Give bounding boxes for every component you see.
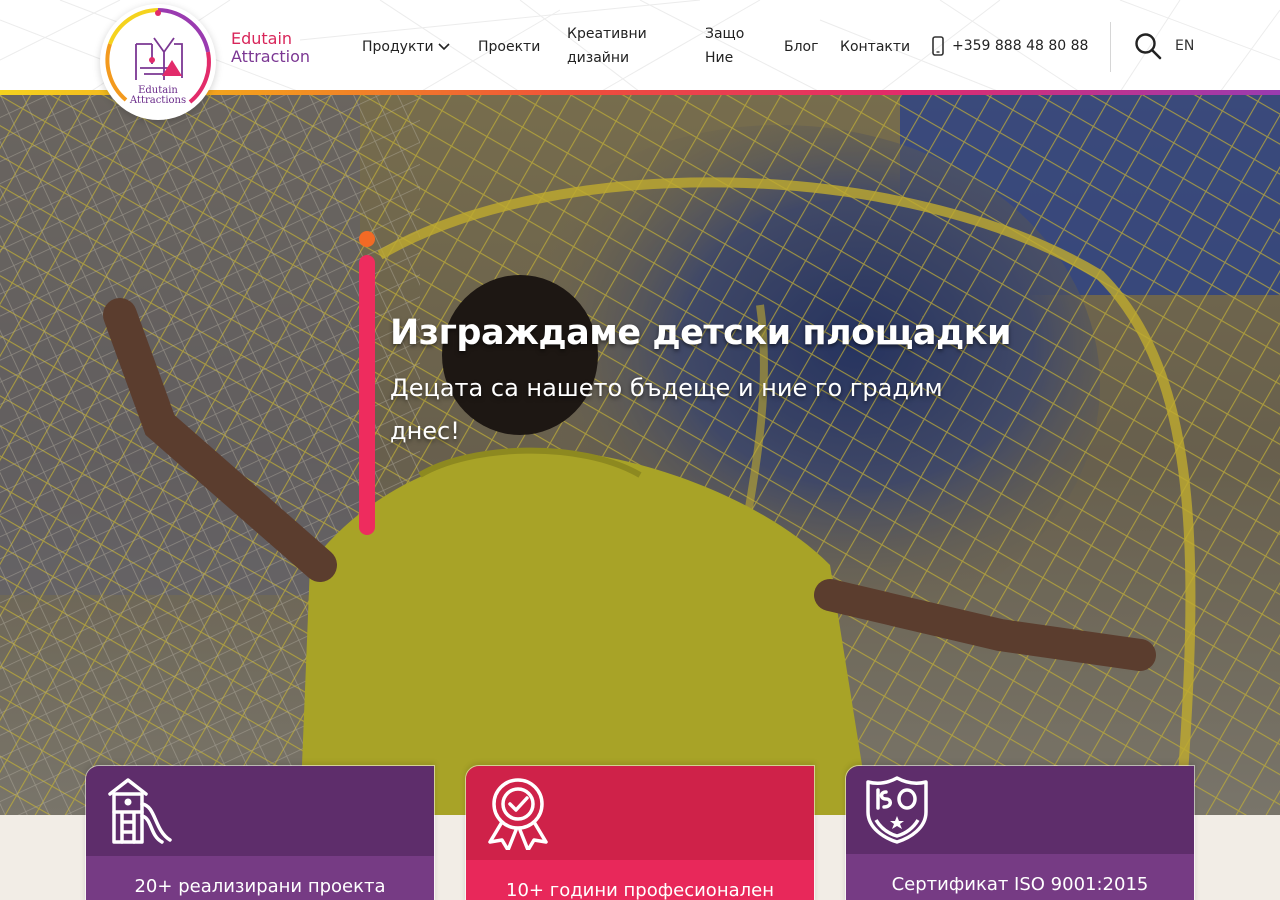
award-badge-icon (488, 778, 548, 850)
feature-label: 10+ години професионален (506, 880, 774, 900)
feature-card-iso[interactable]: Сертификат ISO 9001:2015 (845, 765, 1195, 900)
hero-accent-line (359, 255, 375, 535)
nav-why-line1: Защо (705, 26, 745, 42)
logo-caption: Edutain Attractions (100, 86, 216, 106)
nav-contacts-label: Контакти (840, 39, 911, 55)
nav-projects[interactable]: Проекти (478, 35, 540, 59)
hero-subtitle: Децата са нашето бъдеще и ние го градим … (390, 374, 943, 445)
feature-card-experience[interactable]: 10+ години професионален (465, 765, 815, 900)
feature-card-header (86, 766, 434, 856)
nav-divider (1110, 22, 1111, 72)
nav-creative-line2: дизайни (567, 50, 630, 66)
feature-card-header (846, 766, 1194, 854)
logo-caption-line2: Attractions (129, 95, 187, 106)
hero-overlay (0, 95, 1280, 815)
nav-why-line2: Ние (705, 50, 734, 66)
phone-link[interactable]: +359 888 48 80 88 (932, 36, 1088, 56)
feature-card-projects[interactable]: 20+ реализирани проекта (85, 765, 435, 900)
hero-banner: Изграждаме детски площадки Децата са наш… (0, 95, 1280, 815)
nav-products[interactable]: Продукти (362, 35, 450, 59)
search-button[interactable] (1134, 32, 1162, 64)
phone-number: +359 888 48 80 88 (952, 38, 1089, 54)
search-icon (1135, 33, 1162, 60)
nav-contacts[interactable]: Контакти (840, 35, 910, 59)
hero-accent-dot (359, 231, 375, 247)
feature-label: 20+ реализирани проекта (134, 876, 386, 897)
nav-why-us[interactable]: Защо Ние (705, 22, 765, 70)
chevron-down-icon (438, 43, 450, 51)
iso-shield-icon (866, 776, 928, 844)
feature-label: Сертификат ISO 9001:2015 (891, 874, 1149, 895)
mobile-phone-icon (932, 36, 944, 56)
nav-blog-label: Блог (784, 39, 819, 55)
nav-products-label: Продукти (362, 39, 434, 55)
nav-creative-designs[interactable]: Креативни дизайни (567, 22, 657, 70)
brand-name[interactable]: Edutain Attraction (231, 30, 310, 66)
brand-name-line2: Attraction (231, 47, 311, 66)
nav-projects-label: Проекти (478, 39, 541, 55)
nav-blog[interactable]: Блог (784, 35, 818, 59)
feature-card-header (466, 766, 814, 860)
language-switch[interactable]: EN (1175, 38, 1194, 54)
nav-creative-line1: Креативни (567, 26, 647, 42)
hero-title: Изграждаме детски площадки (390, 313, 1012, 353)
brand-name-line1: Edutain (231, 29, 293, 48)
site-logo[interactable]: Edutain Attractions (100, 4, 216, 120)
playground-tower-icon (108, 778, 172, 844)
